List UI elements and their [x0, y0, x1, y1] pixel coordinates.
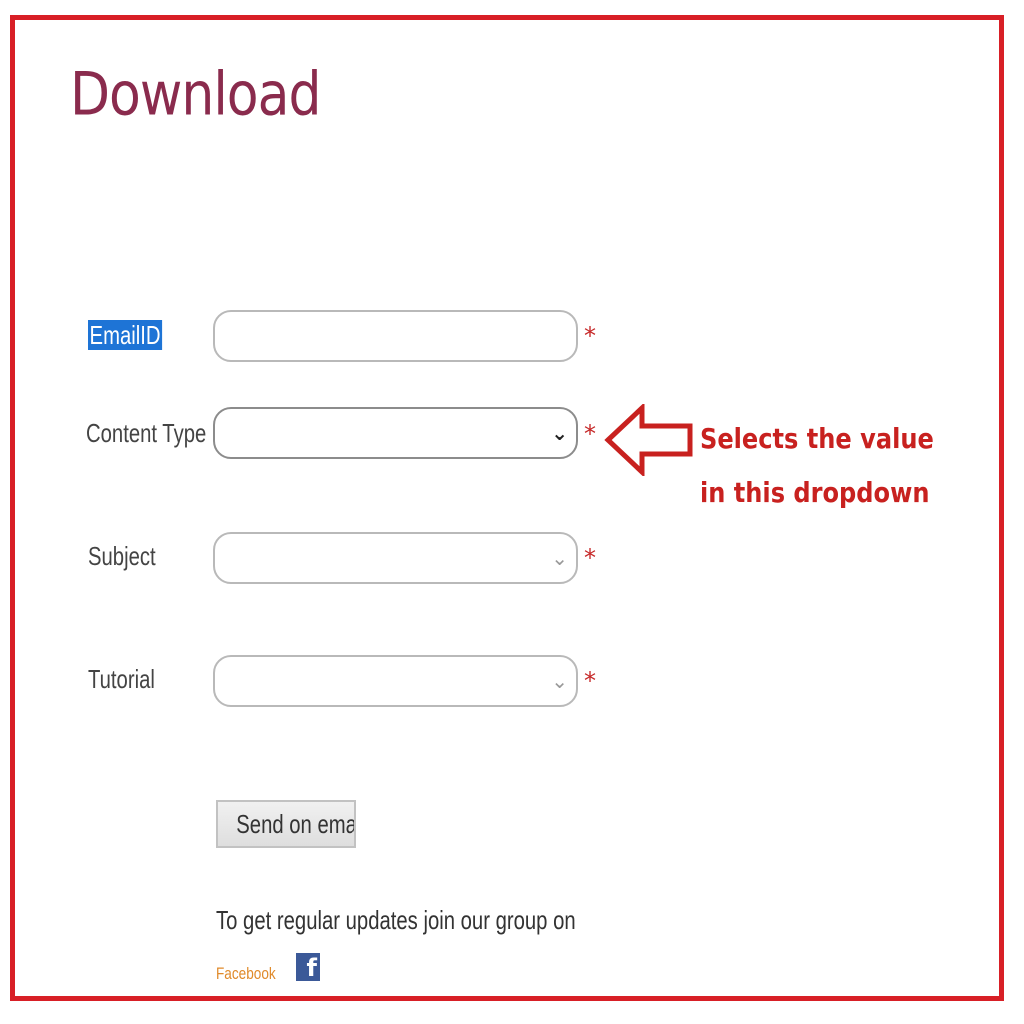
- updates-text: To get regular updates join our group on: [216, 905, 576, 935]
- tutorial-label: Tutorial: [88, 664, 155, 694]
- chevron-down-icon: ⌄: [551, 546, 568, 570]
- page-title: Download: [70, 60, 321, 130]
- content-type-label: Content Type: [86, 418, 207, 448]
- send-on-email-button[interactable]: Send on email: [216, 800, 356, 848]
- send-button-label: Send on email: [236, 808, 356, 839]
- annotation-text: Selects the value in this dropdown: [700, 422, 934, 509]
- chevron-down-icon: ⌄: [551, 669, 568, 693]
- subject-required-marker: *: [584, 544, 596, 572]
- email-required-marker: *: [584, 322, 596, 350]
- facebook-link[interactable]: Facebook: [216, 964, 276, 984]
- left-arrow-icon: [604, 404, 693, 476]
- content-type-dropdown[interactable]: ⌄: [213, 407, 578, 459]
- content-type-required-marker: *: [584, 420, 596, 448]
- subject-dropdown[interactable]: ⌄: [213, 532, 578, 584]
- email-field[interactable]: [213, 310, 578, 362]
- email-label: EmailID: [88, 320, 163, 350]
- tutorial-required-marker: *: [584, 667, 596, 695]
- facebook-icon[interactable]: f: [296, 953, 320, 981]
- chevron-down-icon: ⌄: [551, 421, 568, 445]
- tutorial-dropdown[interactable]: ⌄: [213, 655, 578, 707]
- subject-label: Subject: [88, 541, 156, 571]
